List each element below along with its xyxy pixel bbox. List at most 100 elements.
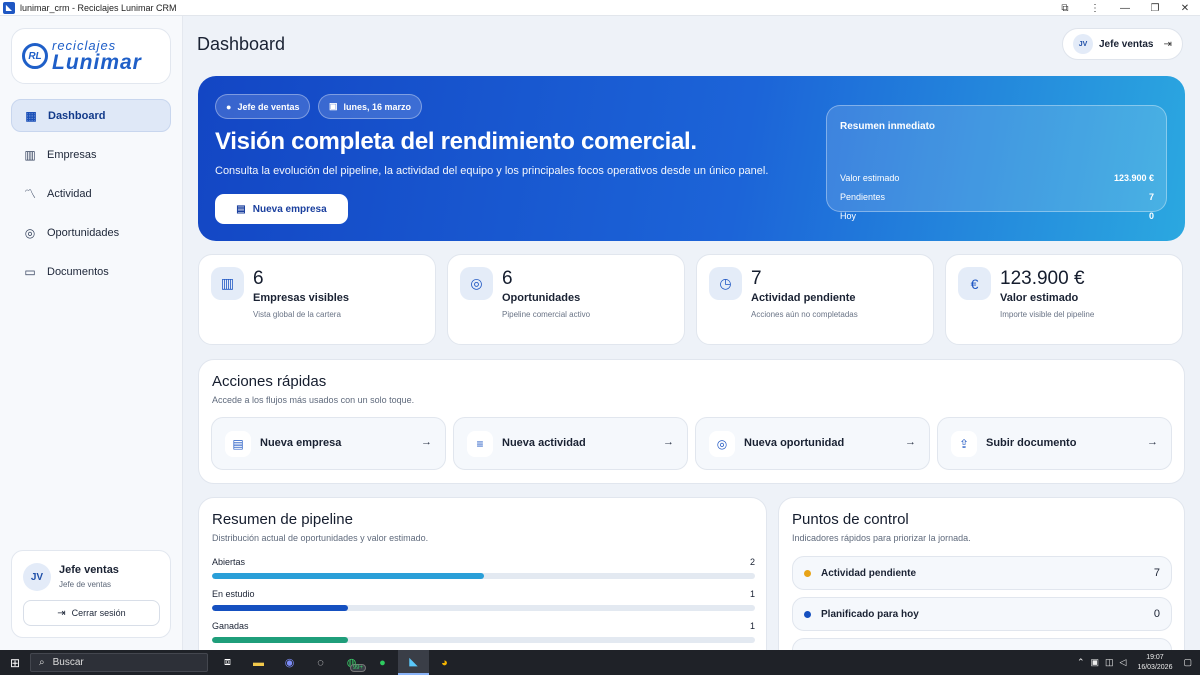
sidebar-item-label: Dashboard xyxy=(48,109,106,122)
arrow-right-icon: → xyxy=(1147,436,1158,448)
stat-value: 123.900 € xyxy=(1000,268,1085,289)
pipeline-bar-fill xyxy=(212,637,348,643)
taskbar-apps: ⧈ ▬ ◉ ◌ ◍ 99+ ● ◣ ◕ xyxy=(212,650,460,675)
pipeline-row: En estudio 1 xyxy=(212,589,755,611)
user-badge-icon: ● xyxy=(226,101,232,112)
clock[interactable]: 19:07 16/03/2026 xyxy=(1137,653,1172,673)
role-chip-label: Jefe de ventas xyxy=(237,101,300,112)
chrome-icon[interactable]: ◕ xyxy=(429,650,460,675)
control-row-pending[interactable]: Actividad pendiente 7 xyxy=(792,556,1172,590)
stat-desc: Acciones aún no completadas xyxy=(751,310,858,319)
pipeline-row-count: 1 xyxy=(749,589,755,599)
sidebar-item-oportunidades[interactable]: ◎ Oportunidades xyxy=(11,216,171,249)
task-view-icon[interactable]: ⧈ xyxy=(212,650,243,675)
control-title: Puntos de control xyxy=(792,511,909,528)
folder-icon: ▭ xyxy=(24,264,36,279)
more-options-icon[interactable]: ⋮ xyxy=(1080,3,1110,14)
user-name: Jefe ventas xyxy=(59,564,119,576)
tray-app-icon[interactable]: ▣ xyxy=(1090,657,1099,668)
logout-label: Cerrar sesión xyxy=(71,608,126,618)
avatar: JV xyxy=(1073,34,1093,54)
arrow-right-icon: → xyxy=(663,436,674,448)
quick-action-new-opportunity[interactable]: ◎ Nueva oportunidad → xyxy=(695,417,930,470)
role-chip: ● Jefe de ventas xyxy=(215,94,311,119)
control-row-today[interactable]: Planificado para hoy 0 xyxy=(792,597,1172,631)
header-user-menu[interactable]: JV Jefe ventas ⇥ xyxy=(1062,28,1183,60)
quick-action-label: Subir documento xyxy=(986,437,1077,449)
notifications-icon[interactable]: ▢ xyxy=(1183,657,1192,668)
brand-logo[interactable]: RL reciclajes Lunimar xyxy=(11,28,171,84)
grid-icon: ▦ xyxy=(25,108,37,123)
sidebar-item-actividad[interactable]: 〽 Actividad xyxy=(11,177,171,210)
quick-action-label: Nueva empresa xyxy=(260,437,342,449)
volume-icon[interactable]: ◁ xyxy=(1120,657,1127,668)
close-button[interactable]: ✕ xyxy=(1170,3,1200,14)
quick-actions-title: Acciones rápidas xyxy=(212,373,327,390)
hero-title: Visión completa del rendimiento comercia… xyxy=(215,128,697,155)
pipeline-title: Resumen de pipeline xyxy=(212,511,353,528)
control-row-label: Actividad pendiente xyxy=(821,567,917,579)
header-user-name: Jefe ventas xyxy=(1099,38,1154,50)
sidebar-item-documentos[interactable]: ▭ Documentos xyxy=(11,255,171,288)
new-company-button[interactable]: ▤ Nueva empresa xyxy=(215,194,348,224)
stat-card-valor[interactable]: € 123.900 € Valor estimado Importe visib… xyxy=(945,254,1183,345)
whatsapp-icon[interactable]: ◍ 99+ xyxy=(336,650,367,675)
edit-list-icon: ≡ xyxy=(467,431,493,457)
quick-actions-subtitle: Accede a los flujos más usados con un so… xyxy=(212,395,415,405)
window-controls: ⧉ ⋮ — ❐ ✕ xyxy=(1050,0,1200,16)
upload-file-icon: ⇪ xyxy=(951,431,977,457)
quick-action-upload-document[interactable]: ⇪ Subir documento → xyxy=(937,417,1172,470)
summary-row: Pendientes 7 xyxy=(840,192,1154,206)
summary-label: Pendientes xyxy=(840,192,886,202)
pipeline-bar-track xyxy=(212,637,755,643)
quick-action-new-company[interactable]: ▤ Nueva empresa → xyxy=(211,417,446,470)
logo-mark-icon: RL xyxy=(22,43,48,69)
window-title: lunimar_crm - Reciclajes Lunimar CRM xyxy=(20,2,177,13)
stat-card-oportunidades[interactable]: ◎ 6 Oportunidades Pipeline comercial act… xyxy=(447,254,685,345)
pipeline-row: Ganadas 1 xyxy=(212,621,755,643)
discord-icon[interactable]: ◉ xyxy=(274,650,305,675)
clock-date: 16/03/2026 xyxy=(1137,663,1173,671)
sidebar-item-empresas[interactable]: ▥ Empresas xyxy=(11,138,171,171)
summary-value: 0 xyxy=(1148,211,1154,221)
hero-subtitle: Consulta la evolución del pipeline, la a… xyxy=(215,165,769,177)
taskbar-search[interactable]: ⌕ Buscar xyxy=(30,653,208,672)
calendar-icon: ▣ xyxy=(329,101,338,111)
stat-card-actividad[interactable]: ◷ 7 Actividad pendiente Acciones aún no … xyxy=(696,254,934,345)
pipeline-row-count: 2 xyxy=(749,557,755,567)
arrow-right-icon: → xyxy=(905,436,916,448)
browser-icon[interactable]: ◌ xyxy=(305,650,336,675)
chevron-up-icon[interactable]: ⌃ xyxy=(1077,657,1085,668)
logo-text: reciclajes Lunimar xyxy=(52,39,142,73)
control-row-value: 7 xyxy=(1153,567,1160,579)
stat-value: 7 xyxy=(751,268,762,289)
logout-icon[interactable]: ⇥ xyxy=(1163,39,1171,50)
minimize-button[interactable]: — xyxy=(1110,3,1140,14)
extensions-icon[interactable]: ⧉ xyxy=(1050,3,1080,14)
windows-start-icon[interactable]: ⊞ xyxy=(0,650,30,675)
hero-banner: ● Jefe de ventas ▣ lunes, 16 marzo Visió… xyxy=(198,76,1185,241)
summary-label: Hoy xyxy=(840,211,857,221)
quick-action-new-activity[interactable]: ≡ Nueva actividad → xyxy=(453,417,688,470)
quick-action-label: Nueva oportunidad xyxy=(744,437,845,449)
summary-label: Valor estimado xyxy=(840,173,900,183)
spotify-icon[interactable]: ● xyxy=(367,650,398,675)
logout-icon: ⇥ xyxy=(57,607,66,619)
summary-value: 7 xyxy=(1148,192,1154,202)
summary-value: 123.900 € xyxy=(1113,173,1154,183)
pipeline-row-label: Abiertas xyxy=(212,557,246,567)
flutter-app-icon[interactable]: ◣ xyxy=(398,650,429,675)
file-explorer-icon[interactable]: ▬ xyxy=(243,650,274,675)
logout-button[interactable]: ⇥ Cerrar sesión xyxy=(23,600,160,626)
quick-action-label: Nueva actividad xyxy=(502,437,586,449)
pipeline-subtitle: Distribución actual de oportunidades y v… xyxy=(212,533,429,543)
stat-value: 6 xyxy=(253,268,264,289)
summary-row: Valor estimado 123.900 € xyxy=(840,173,1154,187)
maximize-button[interactable]: ❐ xyxy=(1140,3,1170,14)
sidebar-nav: ▦ Dashboard ▥ Empresas 〽 Actividad ◎ Opo… xyxy=(11,99,171,294)
network-icon[interactable]: ◫ xyxy=(1105,657,1114,668)
sidebar-item-dashboard[interactable]: ▦ Dashboard xyxy=(11,99,171,132)
status-dot-icon xyxy=(804,569,811,577)
stat-card-empresas[interactable]: ▥ 6 Empresas visibles Vista global de la… xyxy=(198,254,436,345)
stat-label: Empresas visibles xyxy=(253,292,350,304)
